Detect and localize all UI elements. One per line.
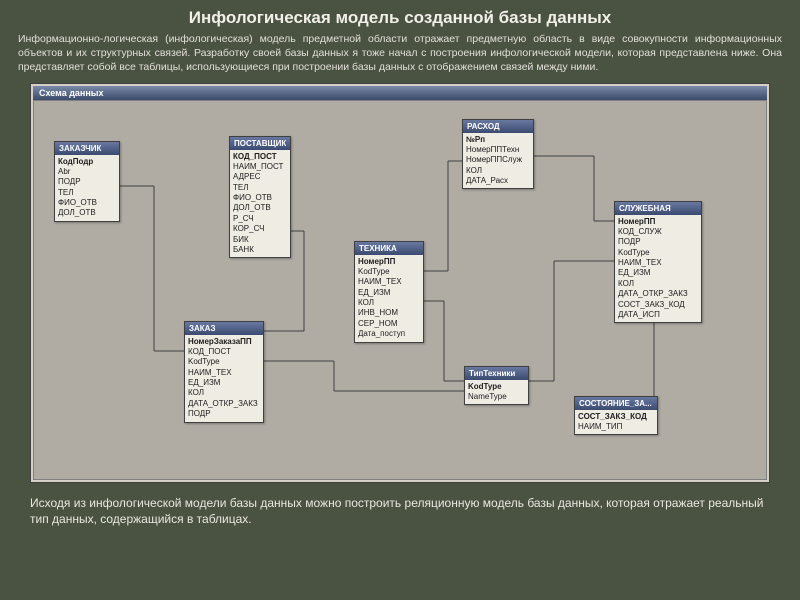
diagram-window: Схема данных xyxy=(30,83,770,483)
field: ПОДР xyxy=(58,177,116,187)
field: ТЕЛ xyxy=(233,183,287,193)
field: ДАТА_ОТКР_ЗАКЗ xyxy=(188,399,260,409)
field: НомерППТехн xyxy=(466,145,530,155)
table-title: ТипТехники xyxy=(465,367,528,380)
field: НАИМ_ТЕХ xyxy=(188,368,260,378)
table-title: ЗАКАЗ xyxy=(185,322,263,335)
field: KodType xyxy=(358,267,420,277)
field: НомерЗаказаПП xyxy=(188,337,260,347)
field: КОЛ xyxy=(188,388,260,398)
intro-text: Информационно-логическая (инфологическая… xyxy=(0,32,800,81)
table-tiptehniki[interactable]: ТипТехники KodType NameType xyxy=(464,366,529,406)
table-title: СОСТОЯНИЕ_ЗА... xyxy=(575,397,657,410)
field: ДОЛ_ОТВ xyxy=(58,208,116,218)
field: СОСТ_ЗАКЗ_КОД xyxy=(618,300,698,310)
field: АДРЕС xyxy=(233,172,287,182)
table-title: РАСХОД xyxy=(463,120,533,133)
table-zakaz[interactable]: ЗАКАЗ НомерЗаказаПП КОД_ПОСТ KodType НАИ… xyxy=(184,321,264,423)
field: ДОЛ_ОТВ xyxy=(233,203,287,213)
table-title: ЗАКАЗЧИК xyxy=(55,142,119,155)
field: ПОДР xyxy=(618,237,698,247)
field: КОР_СЧ xyxy=(233,224,287,234)
field: KodType xyxy=(188,357,260,367)
table-rashod[interactable]: РАСХОД №Рп НомерППТехн НомерППСлуж КОЛ Д… xyxy=(462,119,534,190)
page-title: Инфологическая модель созданной базы дан… xyxy=(0,0,800,32)
table-title: ТЕХНИКА xyxy=(355,242,423,255)
field: НомерПП xyxy=(618,217,698,227)
field: КОД_СЛУЖ xyxy=(618,227,698,237)
table-postavshik[interactable]: ПОСТАВЩИК КОД_ПОСТ НАИМ_ПОСТ АДРЕС ТЕЛ Ф… xyxy=(229,136,291,259)
field: КОД_ПОСТ xyxy=(188,347,260,357)
window-titlebar: Схема данных xyxy=(33,86,767,100)
field: КодПодр xyxy=(58,157,116,167)
field: КОД_ПОСТ xyxy=(233,152,287,162)
table-sostoyanie[interactable]: СОСТОЯНИЕ_ЗА... СОСТ_ЗАКЗ_КОД НАИМ_ТИП xyxy=(574,396,658,436)
field: ПОДР xyxy=(188,409,260,419)
table-sluzhebnaya[interactable]: СЛУЖЕБНАЯ НомерПП КОД_СЛУЖ ПОДР KodType … xyxy=(614,201,702,324)
field: ФИО_ОТВ xyxy=(58,198,116,208)
field: НАИМ_ТЕХ xyxy=(618,258,698,268)
field: ЕД_ИЗМ xyxy=(188,378,260,388)
field: ТЕЛ xyxy=(58,188,116,198)
field: БАНК xyxy=(233,245,287,255)
field: ДАТА_ОТКР_ЗАКЗ xyxy=(618,289,698,299)
schema-canvas: ЗАКАЗЧИК КодПодр Abr ПОДР ТЕЛ ФИО_ОТВ ДО… xyxy=(33,100,767,480)
field: НомерППСлуж xyxy=(466,155,530,165)
field: ЕД_ИЗМ xyxy=(618,268,698,278)
field: КОЛ xyxy=(466,166,530,176)
field: СОСТ_ЗАКЗ_КОД xyxy=(578,412,654,422)
field: СЕР_НОМ xyxy=(358,319,420,329)
field: NameType xyxy=(468,392,525,402)
table-title: ПОСТАВЩИК xyxy=(230,137,290,150)
field: ДАТА_Расх xyxy=(466,176,530,186)
table-title: СЛУЖЕБНАЯ xyxy=(615,202,701,215)
field: KodType xyxy=(468,382,525,392)
field: ИНВ_НОМ xyxy=(358,308,420,318)
field: НАИМ_ТИП xyxy=(578,422,654,432)
field: ЕД_ИЗМ xyxy=(358,288,420,298)
table-zakazchik[interactable]: ЗАКАЗЧИК КодПодр Abr ПОДР ТЕЛ ФИО_ОТВ ДО… xyxy=(54,141,120,222)
field: Дата_поступ xyxy=(358,329,420,339)
field: №Рп xyxy=(466,135,530,145)
field: ФИО_ОТВ xyxy=(233,193,287,203)
field: БИК xyxy=(233,235,287,245)
field: КОЛ xyxy=(358,298,420,308)
outro-text: Исходя из инфологической модели базы дан… xyxy=(0,489,800,535)
field: ДАТА_ИСП xyxy=(618,310,698,320)
field: KodType xyxy=(618,248,698,258)
field: НомерПП xyxy=(358,257,420,267)
field: КОЛ xyxy=(618,279,698,289)
field: Abr xyxy=(58,167,116,177)
field: НАИМ_ПОСТ xyxy=(233,162,287,172)
table-tehnika[interactable]: ТЕХНИКА НомерПП KodType НАИМ_ТЕХ ЕД_ИЗМ … xyxy=(354,241,424,343)
field: НАИМ_ТЕХ xyxy=(358,277,420,287)
field: Р_СЧ xyxy=(233,214,287,224)
